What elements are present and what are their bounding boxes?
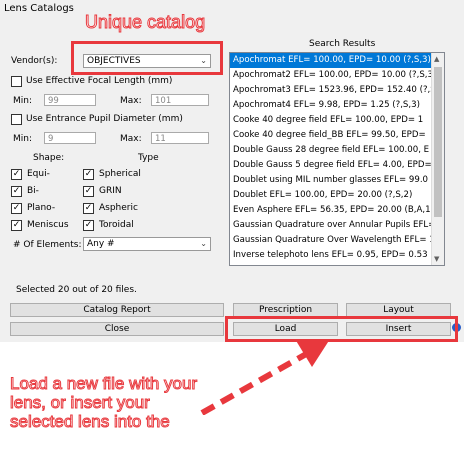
shape-meniscus-label: Meniscus: [27, 220, 69, 230]
list-item[interactable]: Cooke 40 degree field_BB EFL= 99.50, EPD…: [230, 128, 444, 143]
search-results-list[interactable]: Apochromat EFL= 100.00, EPD= 10.00 (?,S,…: [229, 52, 445, 266]
type-aspheric-checkbox[interactable]: ✓: [83, 203, 94, 214]
search-results-header: Search Results: [309, 39, 376, 49]
list-item[interactable]: Double Gauss 5 degree field EFL= 4.00, E…: [230, 158, 444, 173]
scroll-down-icon[interactable]: ▼: [434, 255, 439, 263]
results-items: Apochromat EFL= 100.00, EPD= 10.00 (?,S,…: [230, 53, 444, 263]
type-spherical-label: Spherical: [99, 169, 141, 179]
type-toroidal-label: Toroidal: [99, 220, 134, 230]
layout-button[interactable]: Layout: [346, 303, 451, 317]
shape-equi-label: Equi-: [27, 169, 50, 179]
list-item[interactable]: Doublet EFL= 100.00, EPD= 20.00 (?,S,2): [230, 188, 444, 203]
elements-label: # Of Elements:: [13, 240, 82, 250]
use-epd-label: Use Entrance Pupil Diameter (mm): [26, 114, 183, 124]
epd-min-label: Min:: [13, 134, 33, 144]
type-aspheric-label: Aspheric: [99, 203, 138, 213]
type-spherical-checkbox[interactable]: ✓: [83, 169, 94, 180]
efl-min-label: Min:: [13, 96, 33, 106]
type-grin-label: GRIN: [99, 186, 122, 196]
use-effective-checkbox[interactable]: [11, 76, 22, 87]
shape-plano-checkbox[interactable]: ✓: [11, 203, 22, 214]
dashed-arrow: [200, 339, 330, 415]
list-item[interactable]: Gaussian Quadrature Over Wavelength EFL=…: [230, 233, 444, 248]
arrow-head-icon: [295, 339, 330, 367]
type-toroidal-checkbox[interactable]: ✓: [83, 220, 94, 231]
list-item[interactable]: Double Gauss 28 degree field EFL= 100.00…: [230, 143, 444, 158]
load-note-line-1: Load a new file with your: [9, 374, 198, 394]
window-title: Lens Catalogs: [4, 3, 74, 14]
list-item[interactable]: Inverse telephoto lens EFL= 0.95, EPD= 0…: [230, 248, 444, 263]
close-button[interactable]: Close: [10, 322, 224, 336]
shape-meniscus-checkbox[interactable]: ✓: [11, 220, 22, 231]
use-effective-label: Use Effective Focal Length (mm): [26, 76, 173, 86]
type-header: Type: [138, 153, 159, 163]
list-item[interactable]: Gaussian Quadrature over Annular Pupils …: [230, 218, 444, 233]
list-item[interactable]: Apochromat4 EFL= 9.98, EPD= 1.25 (?,S,3): [230, 98, 444, 113]
epd-max-field[interactable]: 11: [151, 132, 209, 144]
scroll-up-icon[interactable]: ▲: [434, 55, 439, 63]
status-text: Selected 20 out of 20 files.: [16, 285, 137, 295]
list-item[interactable]: Cooke 40 degree field EFL= 100.00, EPD= …: [230, 113, 444, 128]
chevron-down-icon: ⌄: [200, 239, 207, 248]
shape-bi-checkbox[interactable]: ✓: [11, 186, 22, 197]
efl-min-field[interactable]: 99: [44, 94, 96, 106]
list-item[interactable]: Even Asphere EFL= 56.35, EPD= 20.00 (B,A…: [230, 203, 444, 218]
list-item[interactable]: Apochromat3 EFL= 1523.96, EPD= 152.40 (?…: [230, 83, 444, 98]
results-scrollbar[interactable]: ▲ ▼: [431, 53, 444, 265]
list-item[interactable]: Doublet using MIL number glasses EFL= 99…: [230, 173, 444, 188]
elements-value: Any #: [87, 239, 115, 249]
load-note-line-2: lens, or insert your: [9, 393, 150, 413]
vendor-highlight-box: [71, 41, 223, 75]
load-note-callout: Load a new file with your lens, or inser…: [9, 374, 198, 432]
shape-plano-label: Plano-: [27, 203, 56, 213]
catalog-report-button[interactable]: Catalog Report: [10, 303, 224, 317]
epd-min-field[interactable]: 9: [44, 132, 96, 144]
shape-header: Shape:: [33, 153, 65, 163]
shape-equi-checkbox[interactable]: ✓: [11, 169, 22, 180]
scroll-thumb[interactable]: [434, 67, 442, 217]
load-note-line-3: selected lens into the: [9, 412, 170, 432]
epd-max-label: Max:: [120, 134, 142, 144]
prescription-button[interactable]: Prescription: [233, 303, 338, 317]
efl-max-label: Max:: [120, 96, 142, 106]
shape-bi-label: Bi-: [27, 186, 39, 196]
type-grin-checkbox[interactable]: ✓: [83, 186, 94, 197]
list-item[interactable]: Apochromat2 EFL= 100.00, EPD= 10.00 (?,S…: [230, 68, 444, 83]
unique-catalog-callout: Unique catalog: [84, 12, 206, 33]
efl-max-field[interactable]: 101: [151, 94, 209, 106]
use-epd-checkbox[interactable]: [11, 114, 22, 125]
dashed-arrow-line: [200, 350, 310, 415]
list-item[interactable]: Apochromat EFL= 100.00, EPD= 10.00 (?,S,…: [230, 53, 444, 68]
elements-select[interactable]: Any # ⌄: [83, 237, 211, 251]
vendor-label: Vendor(s):: [11, 56, 58, 66]
